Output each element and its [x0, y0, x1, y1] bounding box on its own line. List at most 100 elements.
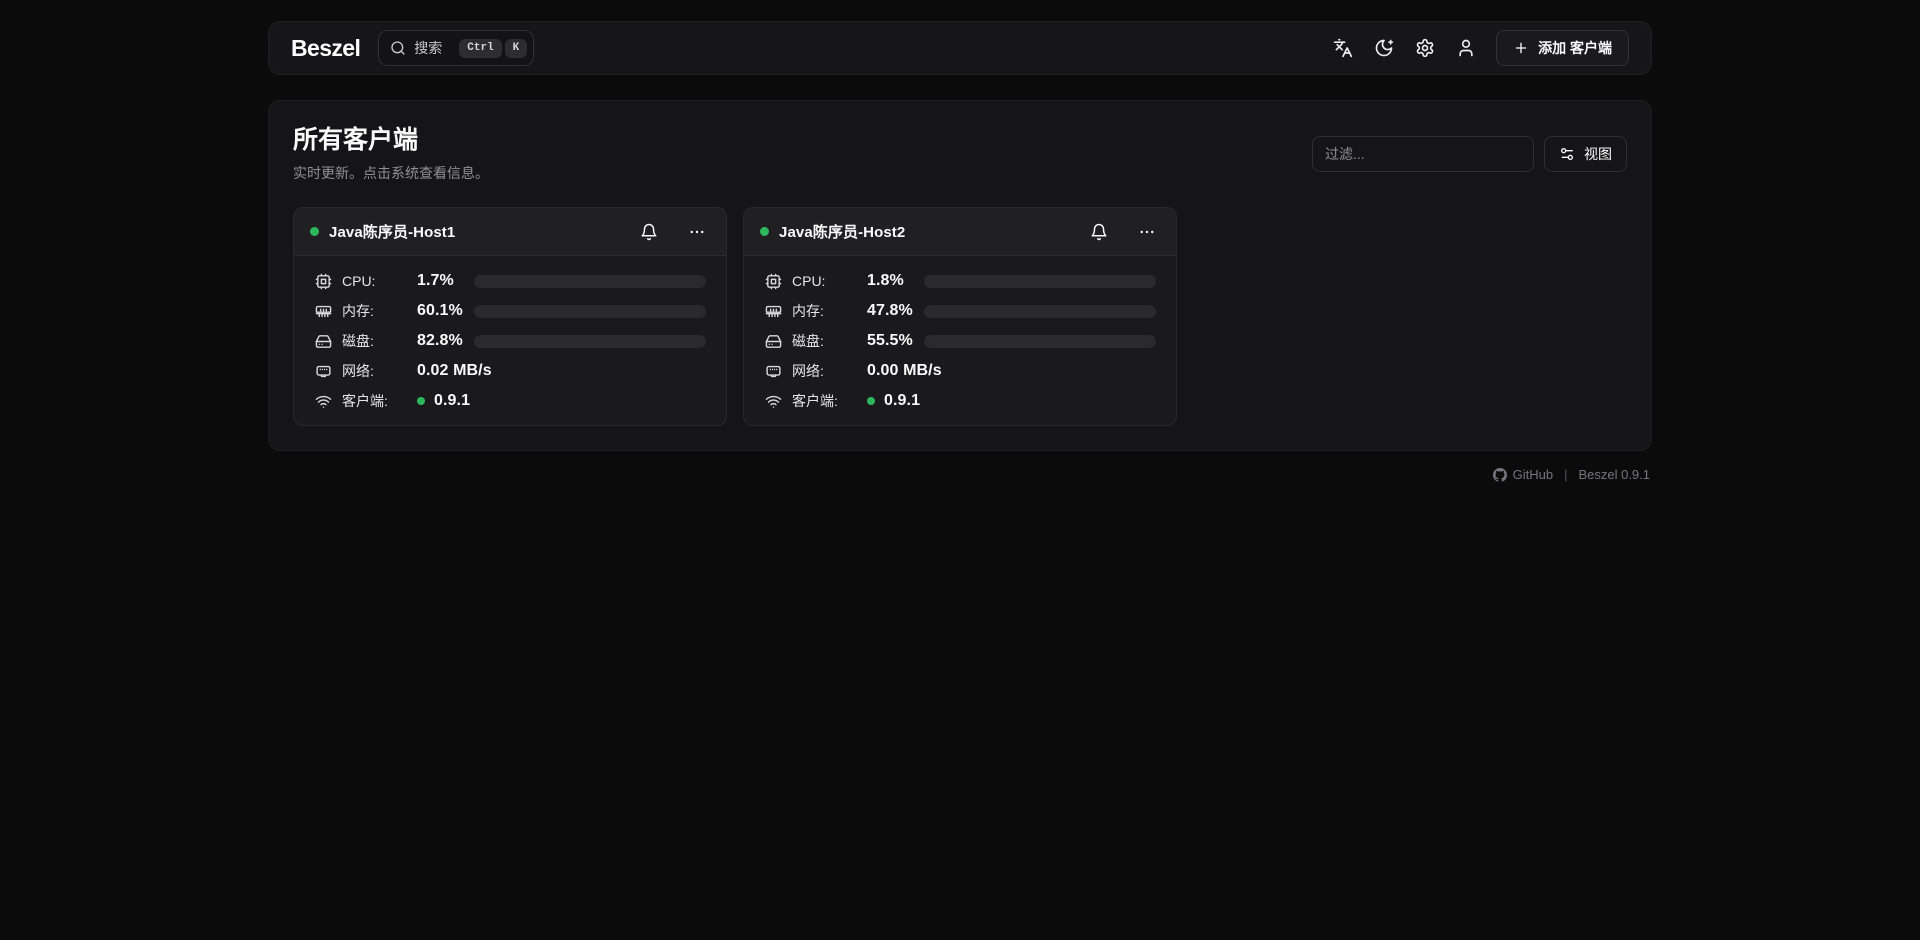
panel-title-block: 所有客户端 实时更新。点击系统查看信息。: [293, 125, 489, 183]
system-card[interactable]: Java陈序员-Host2 CP: [743, 207, 1177, 426]
disk-row: 磁盘: 55.5%: [764, 326, 1156, 356]
agent-version: 0.9.1: [884, 392, 920, 410]
moon-star-icon: [1374, 38, 1394, 58]
translate-icon: [1333, 38, 1353, 58]
cpu-row: CPU: 1.8%: [764, 266, 1156, 296]
page-footer: GitHub | Beszel 0.9.1: [268, 467, 1652, 482]
cpu-row: CPU: 1.7%: [314, 266, 706, 296]
search-shortcut: Ctrl K: [459, 39, 527, 58]
system-name: Java陈序员-Host2: [779, 221, 905, 242]
alerts-button[interactable]: [1084, 217, 1114, 247]
system-card-header: Java陈序员-Host1: [294, 208, 726, 256]
page-title: 所有客户端: [293, 125, 489, 156]
panel-controls: 视图: [1312, 136, 1627, 172]
systems-panel: 所有客户端 实时更新。点击系统查看信息。 视图 Java陈序员-Host1: [268, 100, 1652, 451]
network-label: 网络:: [342, 361, 417, 381]
ethernet-icon: [315, 363, 332, 380]
user-menu-button[interactable]: [1448, 30, 1484, 66]
more-actions-button[interactable]: [1132, 217, 1162, 247]
settings-button[interactable]: [1407, 30, 1443, 66]
language-button[interactable]: [1325, 30, 1361, 66]
cpu-icon: [315, 273, 332, 290]
agent-row: 客户端: 0.9.1: [314, 386, 706, 416]
kbd-k: K: [505, 39, 528, 58]
status-dot: [310, 227, 319, 236]
kbd-ctrl: Ctrl: [459, 39, 501, 58]
agent-status-dot: [417, 397, 425, 405]
page-subtitle: 实时更新。点击系统查看信息。: [293, 163, 489, 183]
memory-icon: [765, 303, 782, 320]
agent-value: 0.9.1: [417, 392, 470, 410]
search-icon: [390, 40, 406, 56]
top-navigation-bar: Beszel 搜索 Ctrl K: [268, 21, 1652, 75]
disk-label: 磁盘:: [342, 331, 417, 351]
agent-status-dot: [867, 397, 875, 405]
view-options-button[interactable]: 视图: [1544, 136, 1627, 172]
wifi-icon: [315, 393, 332, 410]
view-options-label: 视图: [1584, 144, 1612, 164]
theme-toggle-button[interactable]: [1366, 30, 1402, 66]
memory-meter: [924, 305, 1156, 318]
ethernet-icon: [765, 363, 782, 380]
bell-icon: [640, 223, 658, 241]
alerts-button[interactable]: [634, 217, 664, 247]
panel-header: 所有客户端 实时更新。点击系统查看信息。 视图: [293, 125, 1627, 183]
agent-row: 客户端: 0.9.1: [764, 386, 1156, 416]
agent-label: 客户端:: [342, 391, 417, 411]
network-label: 网络:: [792, 361, 867, 381]
memory-label: 内存:: [792, 301, 867, 321]
agent-version: 0.9.1: [434, 392, 470, 410]
network-row: 网络: 0.02 MB/s: [314, 356, 706, 386]
gear-icon: [1415, 38, 1435, 58]
disk-meter: [474, 335, 706, 348]
system-name: Java陈序员-Host1: [329, 221, 455, 242]
filter-input[interactable]: [1312, 136, 1534, 172]
more-actions-button[interactable]: [682, 217, 712, 247]
system-card-body: CPU: 1.8% 内存: 47.8% 磁盘:: [744, 256, 1176, 425]
agent-value: 0.9.1: [867, 392, 920, 410]
cpu-value: 1.7%: [417, 272, 474, 290]
bell-icon: [1090, 223, 1108, 241]
memory-value: 60.1%: [417, 302, 474, 320]
memory-row: 内存: 60.1%: [314, 296, 706, 326]
github-link[interactable]: GitHub: [1493, 467, 1553, 482]
memory-label: 内存:: [342, 301, 417, 321]
ellipsis-icon: [688, 223, 706, 241]
status-dot: [760, 227, 769, 236]
system-card-header: Java陈序员-Host2: [744, 208, 1176, 256]
disk-value: 55.5%: [867, 332, 924, 350]
disk-value: 82.8%: [417, 332, 474, 350]
footer-separator: |: [1564, 467, 1567, 482]
sliders-icon: [1559, 146, 1575, 162]
system-card-body: CPU: 1.7% 内存: 60.1% 磁盘:: [294, 256, 726, 425]
disk-icon: [765, 333, 782, 350]
search-label: 搜索: [414, 38, 442, 58]
cpu-label: CPU:: [792, 273, 867, 289]
network-row: 网络: 0.00 MB/s: [764, 356, 1156, 386]
agent-label: 客户端:: [792, 391, 867, 411]
cpu-value: 1.8%: [867, 272, 924, 290]
disk-label: 磁盘:: [792, 331, 867, 351]
network-value: 0.02 MB/s: [417, 362, 492, 380]
cpu-icon: [765, 273, 782, 290]
search-button[interactable]: 搜索 Ctrl K: [378, 30, 534, 66]
disk-meter: [924, 335, 1156, 348]
cpu-meter: [474, 275, 706, 288]
cpu-meter: [924, 275, 1156, 288]
wifi-icon: [765, 393, 782, 410]
system-card[interactable]: Java陈序员-Host1 CP: [293, 207, 727, 426]
beszel-logo: Beszel: [291, 35, 360, 62]
github-icon: [1493, 468, 1507, 482]
add-system-label: 添加 客户端: [1538, 38, 1612, 58]
memory-row: 内存: 47.8%: [764, 296, 1156, 326]
topbar-actions: [1325, 30, 1484, 66]
plus-icon: [1513, 40, 1529, 56]
cpu-label: CPU:: [342, 273, 417, 289]
ellipsis-icon: [1138, 223, 1156, 241]
footer-version: Beszel 0.9.1: [1578, 467, 1650, 482]
memory-icon: [315, 303, 332, 320]
user-icon: [1456, 38, 1476, 58]
memory-value: 47.8%: [867, 302, 924, 320]
memory-meter: [474, 305, 706, 318]
add-system-button[interactable]: 添加 客户端: [1496, 30, 1629, 66]
